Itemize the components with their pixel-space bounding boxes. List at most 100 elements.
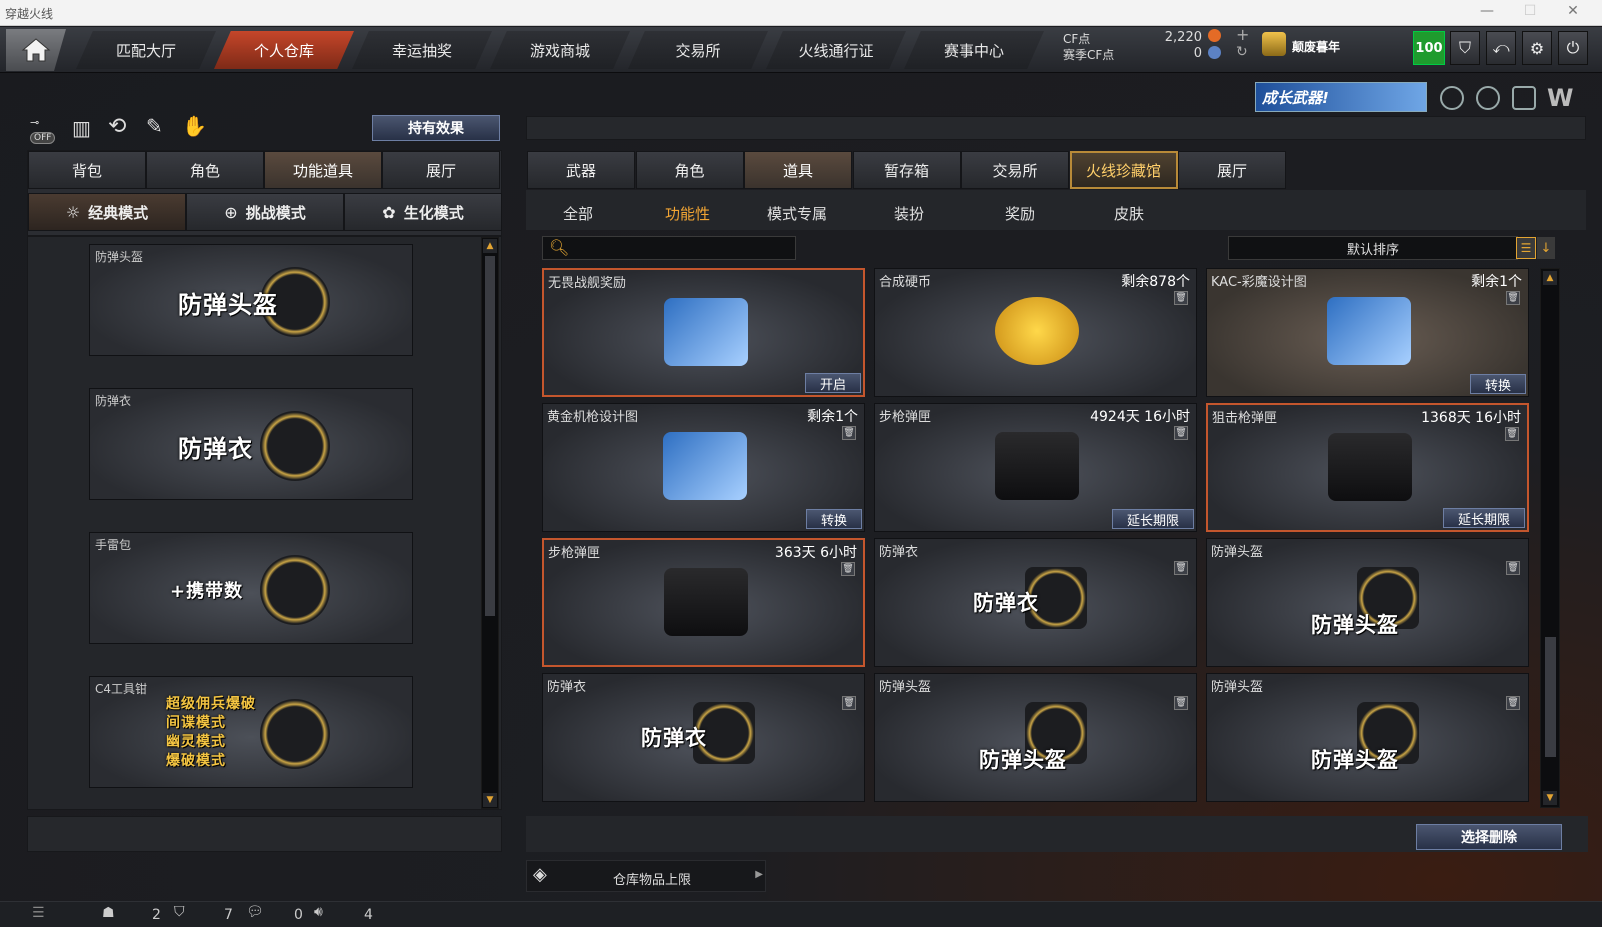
scroll-down-icon[interactable]: ▼ [1543, 791, 1557, 805]
item-name: C4工具钳 [95, 682, 148, 696]
left-tab-3[interactable]: 功能道具 [264, 151, 382, 189]
left-scroll-thumb[interactable] [485, 256, 495, 616]
trash-icon[interactable]: 🗑︎ [1174, 291, 1188, 305]
right-scroll-thumb[interactable] [1545, 637, 1556, 757]
trash-icon[interactable]: 🗑︎ [1174, 561, 1188, 575]
trash-icon[interactable]: 🗑︎ [842, 696, 856, 710]
left-item-card[interactable]: 手雷包 +携带数 [89, 532, 413, 644]
left-tab-1[interactable]: 背包 [28, 151, 146, 189]
off-toggle-icon[interactable]: OFF ⊸ [30, 116, 58, 144]
right-tab-3[interactable]: 道具 [744, 151, 852, 189]
close-icon[interactable]: ✕ [1558, 3, 1588, 19]
subtab-1[interactable]: 全部 [563, 203, 593, 224]
right-tab-5[interactable]: 交易所 [961, 151, 1069, 189]
item-card[interactable]: 合成硬币 剩余878个 🗑︎ [874, 268, 1197, 397]
item-action-button[interactable]: 延长期限 [1442, 508, 1525, 528]
search-field[interactable] [569, 239, 789, 257]
search-input[interactable]: 🔍︎ [542, 236, 796, 260]
w-logo-icon[interactable]: W [1547, 84, 1573, 112]
trash-icon[interactable]: 🗑︎ [1505, 427, 1519, 441]
left-item-card[interactable]: C4工具钳 超级佣兵爆破 间谍模式 幽灵模式 爆破模式 [89, 676, 413, 788]
effect-button[interactable]: 持有效果 [372, 115, 500, 141]
item-card[interactable]: 防弹头盔 🗑︎ 防弹头盔 [1206, 673, 1529, 802]
scroll-up-icon[interactable]: ▲ [1543, 271, 1557, 285]
item-card[interactable]: 防弹衣 🗑︎ 防弹衣 [542, 673, 865, 802]
nav-tab-6[interactable]: 火线通行证 [766, 31, 906, 69]
trash-icon[interactable]: 🗑︎ [841, 562, 855, 576]
right-tab-1[interactable]: 武器 [527, 151, 635, 189]
trash-icon[interactable]: 🗑︎ [1174, 696, 1188, 710]
clan-icon[interactable]: ⛉ [174, 904, 185, 920]
nav-tab-5[interactable]: 交易所 [628, 31, 768, 69]
mode-tab-3[interactable]: ✿ 生化模式 [344, 193, 502, 231]
trash-icon[interactable]: 🗑︎ [1506, 561, 1520, 575]
nav-tab-3[interactable]: 幸运抽奖 [352, 31, 492, 69]
chat-icon[interactable]: 💬︎ [246, 904, 264, 920]
trash-icon[interactable]: 🗑︎ [1506, 291, 1520, 305]
sort-dropdown[interactable]: 默认排序 [1228, 236, 1518, 260]
subtab-4[interactable]: 装扮 [894, 203, 924, 224]
growth-weapon-banner[interactable]: 成长武器! [1255, 82, 1427, 112]
nav-tab-1[interactable]: 匹配大厅 [76, 31, 216, 69]
right-tab-2[interactable]: 角色 [635, 151, 744, 189]
nav-tab-4[interactable]: 游戏商城 [490, 31, 630, 69]
nav-tab-7[interactable]: 赛事中心 [904, 31, 1044, 69]
globe-icon[interactable] [1476, 86, 1500, 110]
item-card[interactable]: 狙击枪弹匣 1368天 16小时 🗑︎ 延长期限 [1206, 403, 1529, 532]
item-action-button[interactable]: 转换 [805, 509, 862, 529]
right-tab-7[interactable]: 展厅 [1178, 151, 1286, 189]
left-item-card[interactable]: 防弹头盔 防弹头盔 [89, 244, 413, 356]
mode-tab-1[interactable]: ☼ 经典模式 [28, 193, 186, 231]
scroll-up-icon[interactable]: ▲ [483, 239, 497, 253]
settings-button[interactable]: ⚙ [1522, 31, 1552, 65]
item-card[interactable]: 步枪弹匣 4924天 16小时 🗑︎ 延长期限 [874, 403, 1197, 532]
subtab-5[interactable]: 奖励 [1005, 203, 1035, 224]
scroll-down-icon[interactable]: ▼ [483, 793, 497, 807]
home-button[interactable] [6, 29, 66, 71]
refresh-cf-icon[interactable]: ↻ [1236, 44, 1248, 60]
trash-icon[interactable]: 🗑︎ [1174, 426, 1188, 440]
exit-room-button[interactable]: ⤺ [1486, 31, 1516, 65]
power-button[interactable]: ⏻ [1558, 31, 1588, 65]
nav-tab-2[interactable]: 个人仓库 [214, 31, 354, 69]
add-cf-icon[interactable]: + [1236, 25, 1249, 44]
item-action-button[interactable]: 延长期限 [1111, 509, 1194, 529]
item-card[interactable]: 防弹头盔 🗑︎ 防弹头盔 [874, 673, 1197, 802]
right-tab-6[interactable]: 火线珍藏馆 [1069, 151, 1178, 189]
left-tab-4[interactable]: 展厅 [382, 151, 500, 189]
left-scrollbar[interactable]: ▲ ▼ [481, 237, 499, 809]
left-item-card[interactable]: 防弹衣 防弹衣 [89, 388, 413, 500]
item-card[interactable]: 无畏战舰奖励 开启 [542, 268, 865, 397]
badge-v-icon[interactable] [1440, 86, 1464, 110]
select-delete-button[interactable]: 选择删除 [1416, 824, 1562, 850]
subtab-2[interactable]: 功能性 [665, 203, 710, 224]
sort-direction-button[interactable]: ↓ [1537, 237, 1555, 259]
subtab-3[interactable]: 模式专属 [767, 203, 827, 224]
mode-tab-2[interactable]: ⊕ 挑战模式 [186, 193, 344, 231]
minimize-icon[interactable]: — [1472, 3, 1502, 19]
left-tab-2[interactable]: 角色 [146, 151, 264, 189]
edit-icon[interactable]: ✎ [146, 114, 163, 138]
item-card[interactable]: 防弹衣 🗑︎ 防弹衣 [874, 538, 1197, 667]
right-tab-4[interactable]: 暂存箱 [852, 151, 961, 189]
item-action-button[interactable]: 转换 [1469, 374, 1526, 394]
friends-icon[interactable]: ☗ [102, 905, 115, 921]
item-action-button[interactable]: 开启 [804, 373, 861, 393]
subtab-6[interactable]: 皮肤 [1114, 203, 1144, 224]
speaker-icon[interactable]: 🔊︎ [314, 904, 323, 920]
history-icon[interactable]: ⟲ [108, 114, 126, 139]
item-card[interactable]: 防弹头盔 🗑︎ 防弹头盔 [1206, 538, 1529, 667]
shield-button[interactable]: ⛉ [1450, 31, 1480, 65]
gift-icon[interactable]: ✋ [182, 114, 207, 138]
emblem-icon[interactable] [1512, 86, 1536, 110]
item-card[interactable]: KAC-彩魔设计图 剩余1个 🗑︎ 转换 [1206, 268, 1529, 397]
menu-icon[interactable]: ☰ [32, 905, 45, 921]
item-card[interactable]: 黄金机枪设计图 剩余1个 🗑︎ 转换 [542, 403, 865, 532]
trash-icon[interactable]: 🗑︎ [1506, 696, 1520, 710]
capacity-bar[interactable]: ◈ 仓库物品上限 ▶ [526, 860, 766, 892]
right-scrollbar[interactable]: ▲ ▼ [1540, 268, 1560, 808]
list-view-button[interactable]: ☰ [1516, 237, 1536, 259]
stats-icon[interactable]: ▥ [72, 116, 91, 140]
item-card[interactable]: 步枪弹匣 363天 6小时 🗑︎ [542, 538, 865, 667]
trash-icon[interactable]: 🗑︎ [842, 426, 856, 440]
